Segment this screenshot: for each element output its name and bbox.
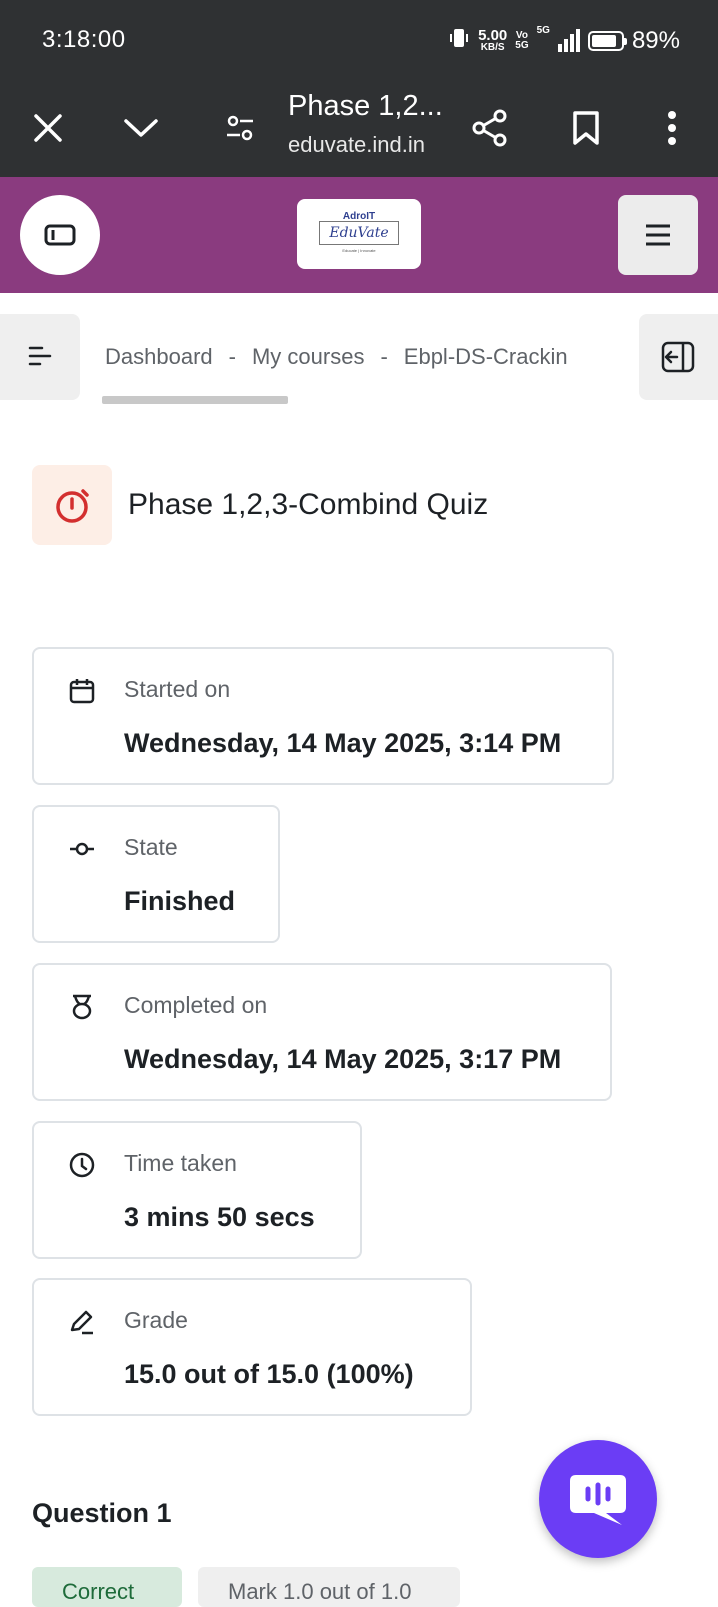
state-value: Finished xyxy=(124,886,236,916)
grade-value: 15.0 out of 15.0 (100%) xyxy=(124,1359,414,1389)
status-time: 3:18:00 xyxy=(42,26,126,53)
breadcrumb-course[interactable]: Ebpl-DS-Crackin xyxy=(404,344,568,369)
breadcrumb-my-courses[interactable]: My courses xyxy=(252,344,364,369)
question-title: Question 1 xyxy=(32,1498,172,1528)
site-logo[interactable]: AdroIT EduVate Educate | Innovate xyxy=(297,199,421,269)
breadcrumb-dashboard[interactable]: Dashboard xyxy=(105,344,213,369)
main-menu-button[interactable] xyxy=(618,195,698,275)
completed-on-value: Wednesday, 14 May 2025, 3:17 PM xyxy=(124,1044,562,1074)
close-icon[interactable] xyxy=(22,102,74,154)
completed-on-card: Completed on Wednesday, 14 May 2025, 3:1… xyxy=(32,963,612,1101)
signal-icon xyxy=(557,29,580,52)
grade-label: Grade xyxy=(124,1307,188,1333)
stopwatch-icon xyxy=(56,489,89,523)
breadcrumb-scrollbar[interactable] xyxy=(102,396,288,404)
site-header: AdroIT EduVate Educate | Innovate xyxy=(0,177,718,293)
logo-brand-main: EduVate xyxy=(319,221,399,245)
status-icons: 5.00 KB/S Vo 5G 5G 89% xyxy=(448,24,680,58)
time-taken-card: Time taken 3 mins 50 secs xyxy=(32,1121,362,1259)
question-mark-badge: Mark 1.0 out of 1.0 xyxy=(198,1567,460,1607)
clock-icon xyxy=(68,1151,96,1179)
question-status-badge: Correct xyxy=(32,1567,182,1607)
net-speed-value: 5.00 xyxy=(478,27,508,44)
time-taken-value: 3 mins 50 secs xyxy=(124,1202,315,1232)
calendar-icon xyxy=(68,677,96,705)
vibrate-icon xyxy=(448,26,470,57)
battery-icon xyxy=(587,31,627,51)
hamburger-icon xyxy=(646,224,670,246)
tune-icon[interactable] xyxy=(214,102,266,154)
volte-bottom: 5G xyxy=(515,40,529,51)
grade-card: Grade 15.0 out of 15.0 (100%) xyxy=(32,1278,472,1416)
hourglass-icon xyxy=(68,993,96,1021)
drawer-toggle-button[interactable] xyxy=(20,195,100,275)
network-type: 5G xyxy=(536,25,550,36)
breadcrumb: Dashboard - My courses - Ebpl-DS-Crackin xyxy=(105,344,620,374)
started-on-value: Wednesday, 14 May 2025, 3:14 PM xyxy=(124,728,562,758)
breadcrumb-separator: - xyxy=(380,344,388,369)
block-drawer-button[interactable] xyxy=(639,314,718,400)
chat-bubble-icon xyxy=(570,1475,626,1525)
logo-tagline: Educate | Innovate xyxy=(342,248,376,253)
pencil-icon xyxy=(68,1308,96,1336)
volte-indicator: Vo 5G xyxy=(515,31,528,51)
started-on-label: Started on xyxy=(124,676,231,702)
completed-on-label: Completed on xyxy=(124,992,268,1018)
share-icon[interactable] xyxy=(464,102,516,154)
block-drawer-icon xyxy=(661,341,694,373)
battery-level: 89% xyxy=(631,27,680,54)
page-tab-title[interactable]: Phase 1,2... xyxy=(288,90,443,123)
net-speed: 5.00 KB/S xyxy=(478,27,508,53)
time-taken-label: Time taken xyxy=(124,1150,237,1176)
state-card: State Finished xyxy=(32,805,280,943)
chevron-down-icon[interactable] xyxy=(115,102,167,154)
page-title: Phase 1,2,3-Combind Quiz xyxy=(128,488,489,521)
page-url[interactable]: eduvate.ind.in xyxy=(288,132,425,158)
breadcrumb-separator: - xyxy=(228,344,236,369)
status-bar: 3:18:00 5.00 KB/S Vo 5G 5G 89% xyxy=(0,0,718,80)
state-icon xyxy=(68,835,96,863)
course-index-icon xyxy=(28,346,52,366)
started-on-card: Started on Wednesday, 14 May 2025, 3:14 … xyxy=(32,647,614,785)
course-index-button[interactable] xyxy=(0,314,80,400)
net-speed-unit: KB/S xyxy=(480,42,505,53)
chat-button[interactable] xyxy=(539,1440,657,1558)
bookmark-icon[interactable] xyxy=(560,102,612,154)
browser-toolbar: Phase 1,2... eduvate.ind.in xyxy=(0,80,718,177)
state-label: State xyxy=(124,834,178,860)
more-vertical-icon[interactable] xyxy=(646,102,698,154)
quiz-activity-icon xyxy=(32,465,112,545)
drawer-toggle-icon xyxy=(44,224,76,246)
